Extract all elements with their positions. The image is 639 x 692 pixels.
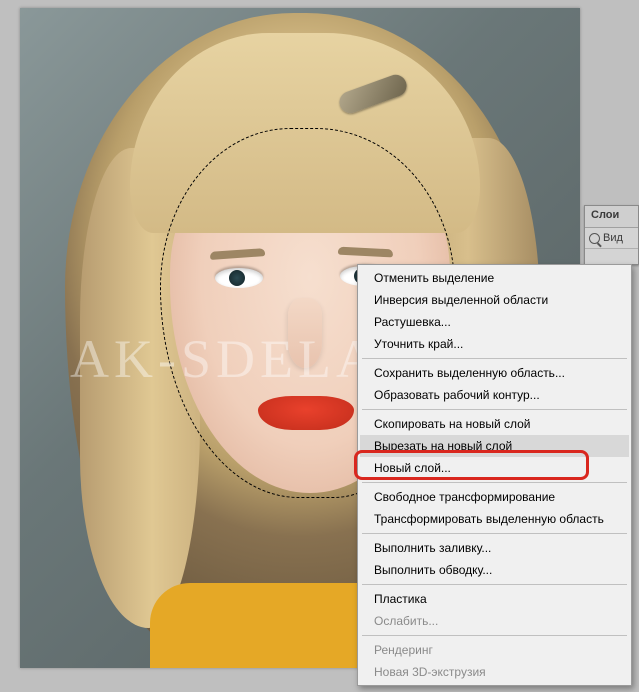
- menu-separator: [362, 533, 627, 534]
- layers-filter-label: Вид: [603, 232, 623, 244]
- menu-save-selection[interactable]: Сохранить выделенную область...: [360, 362, 629, 384]
- layers-panel-filter[interactable]: Вид: [585, 228, 638, 249]
- menu-stroke[interactable]: Выполнить обводку...: [360, 559, 629, 581]
- menu-render: Рендеринг: [360, 639, 629, 661]
- menu-new-layer[interactable]: Новый слой...: [360, 457, 629, 479]
- menu-feather[interactable]: Растушевка...: [360, 311, 629, 333]
- photo-lips: [258, 396, 354, 430]
- context-menu[interactable]: Отменить выделение Инверсия выделенной о…: [357, 264, 632, 686]
- menu-fade: Ослабить...: [360, 610, 629, 632]
- menu-separator: [362, 584, 627, 585]
- layers-panel[interactable]: Слои Вид: [584, 205, 639, 265]
- menu-free-transform[interactable]: Свободное трансформирование: [360, 486, 629, 508]
- menu-separator: [362, 482, 627, 483]
- menu-refine-edge[interactable]: Уточнить край...: [360, 333, 629, 355]
- menu-fill[interactable]: Выполнить заливку...: [360, 537, 629, 559]
- menu-layer-via-copy[interactable]: Скопировать на новый слой: [360, 413, 629, 435]
- menu-new-3d-extrusion: Новая 3D-экструзия: [360, 661, 629, 683]
- layers-panel-tab[interactable]: Слои: [585, 206, 638, 228]
- search-icon: [589, 233, 600, 244]
- photo-eye-left: [215, 268, 263, 288]
- menu-liquify[interactable]: Пластика: [360, 588, 629, 610]
- menu-layer-via-cut[interactable]: Вырезать на новый слой: [360, 435, 629, 457]
- menu-select-inverse[interactable]: Инверсия выделенной области: [360, 289, 629, 311]
- menu-make-work-path[interactable]: Образовать рабочий контур...: [360, 384, 629, 406]
- menu-deselect[interactable]: Отменить выделение: [360, 267, 629, 289]
- menu-separator: [362, 635, 627, 636]
- menu-transform-selection[interactable]: Трансформировать выделенную область: [360, 508, 629, 530]
- menu-separator: [362, 409, 627, 410]
- menu-separator: [362, 358, 627, 359]
